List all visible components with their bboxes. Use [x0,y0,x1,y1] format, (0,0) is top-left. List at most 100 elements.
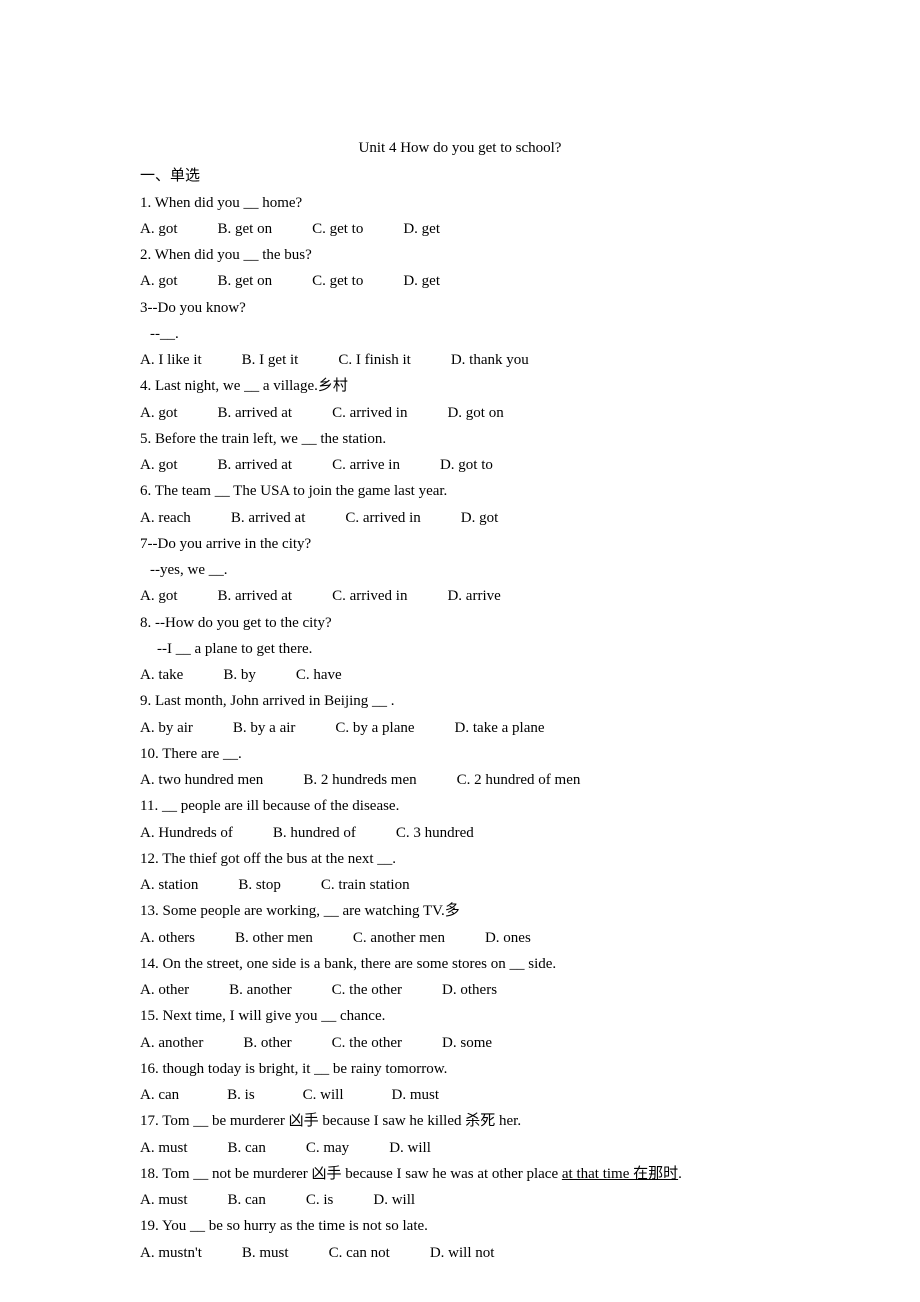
question-options: A. gotB. get onC. get toD. get [140,268,780,294]
question-subprompt: --__. [140,321,780,347]
question-prompt: 7--Do you arrive in the city? [140,531,780,557]
option: C. arrived in [332,400,407,426]
question-options: A. takeB. byC. have [140,662,780,688]
option: C. I finish it [338,347,411,373]
option: C. may [306,1135,349,1161]
option: D. get [403,216,440,242]
option: A. others [140,925,195,951]
question-prompt: 15. Next time, I will give you __ chance… [140,1003,780,1029]
option: B. hundred of [273,820,356,846]
question-prompt: 11. __ people are ill because of the dis… [140,793,780,819]
option: D. others [442,977,497,1003]
option: B. get on [218,216,273,242]
question-prompt: 18. Tom __ not be murderer 凶手 because I … [140,1161,780,1187]
option: D. some [442,1030,492,1056]
option: D. got [461,505,499,531]
option: D. ones [485,925,531,951]
question-subprompt: --yes, we __. [140,557,780,583]
option: A. another [140,1030,203,1056]
option: B. arrived at [231,505,306,531]
question-prompt: 9. Last month, John arrived in Beijing _… [140,688,780,714]
question-options: A. gotB. arrived atC. arrived inD. arriv… [140,583,780,609]
option: C. arrive in [332,452,400,478]
question-prompt: 6. The team __ The USA to join the game … [140,478,780,504]
option: C. the other [332,1030,402,1056]
option: C. another men [353,925,445,951]
question-options: A. otherB. anotherC. the otherD. others [140,977,780,1003]
page-title: Unit 4 How do you get to school? [140,135,780,161]
question-options: A. another B. other C. the other D. some [140,1030,780,1056]
question-subprompt: --I __ a plane to get there. [140,636,780,662]
question-prompt: 8. --How do you get to the city? [140,610,780,636]
question-options: A. stationB. stopC. train station [140,872,780,898]
option: B. get on [218,268,273,294]
question-options: A. mustn't B. must C. can not D. will not [140,1240,780,1266]
option: A. got [140,400,178,426]
section-header: 一、单选 [140,163,780,189]
option: A. reach [140,505,191,531]
option: B. arrived at [218,452,293,478]
question-options: A. reach B. arrived at C. arrived in D. got [140,505,780,531]
question-prompt: 17. Tom __ be murderer 凶手 because I saw … [140,1108,780,1134]
option: C. arrived in [332,583,407,609]
option: C. by a plane [335,715,414,741]
option: C. will [303,1082,344,1108]
option: A. got [140,452,178,478]
option: A. can [140,1082,179,1108]
option: C. have [296,662,342,688]
option: A. must [140,1135,188,1161]
question-options: A. got B. get on C. get to D. get [140,216,780,242]
question-prompt: 4. Last night, we __ a village.乡村 [140,373,780,399]
question-options: A. I like itB. I get itC. I finish itD. … [140,347,780,373]
option: B. by a air [233,715,295,741]
question-prompt: 3--Do you know? [140,295,780,321]
question-options: A. got B. arrived at C. arrive in D. got to [140,452,780,478]
option: A. got [140,583,178,609]
question-options: A. Hundreds ofB. hundred ofC. 3 hundred [140,820,780,846]
option: A. got [140,216,178,242]
question-prompt: 2. When did you __ the bus? [140,242,780,268]
question-options: A. othersB. other menC. another menD. on… [140,925,780,951]
option: A. I like it [140,347,202,373]
option: A. Hundreds of [140,820,233,846]
option: C. arrived in [345,505,420,531]
question-options: A. mustB. canC. isD. will [140,1187,780,1213]
option: A. must [140,1187,188,1213]
option: D. got to [440,452,493,478]
option: B. arrived at [218,400,293,426]
option: B. stop [238,872,281,898]
question-options: A. got B. arrived at C. arrived in D. got o… [140,400,780,426]
question-prompt: 16. though today is bright, it __ be rai… [140,1056,780,1082]
option: C. is [306,1187,334,1213]
option: A. got [140,268,178,294]
option: B. can [228,1135,266,1161]
option: D. got on [447,400,503,426]
question-options: A. by airB. by a airC. by a planeD. take… [140,715,780,741]
option: C. 2 hundred of men [457,767,581,793]
option: B. arrived at [218,583,293,609]
option: A. mustn't [140,1240,202,1266]
question-prompt: 12. The thief got off the bus at the nex… [140,846,780,872]
question-prompt: 14. On the street, one side is a bank, t… [140,951,780,977]
question-prompt: 5. Before the train left, we __ the stat… [140,426,780,452]
option: C. get to [312,216,363,242]
option: C. train station [321,872,410,898]
question-prompt: 10. There are __. [140,741,780,767]
question-options: A. must B. can C. may D. will [140,1135,780,1161]
option: B. other [243,1030,291,1056]
option: D. will not [430,1240,495,1266]
question-list: 1. When did you __ home?A. gotB. get onC… [140,190,780,1266]
option: B. another [229,977,291,1003]
option: B. by [223,662,256,688]
option: A. two hundred men [140,767,263,793]
option: C. can not [329,1240,390,1266]
option: A. other [140,977,189,1003]
option: D. will [373,1187,415,1213]
option: D. will [389,1135,431,1161]
option: D. must [392,1082,440,1108]
question-prompt: 19. You __ be so hurry as the time is no… [140,1213,780,1239]
option: C. get to [312,268,363,294]
question-options: A. canB. isC. willD. must [140,1082,780,1108]
option: A. by air [140,715,193,741]
option: B. must [242,1240,289,1266]
